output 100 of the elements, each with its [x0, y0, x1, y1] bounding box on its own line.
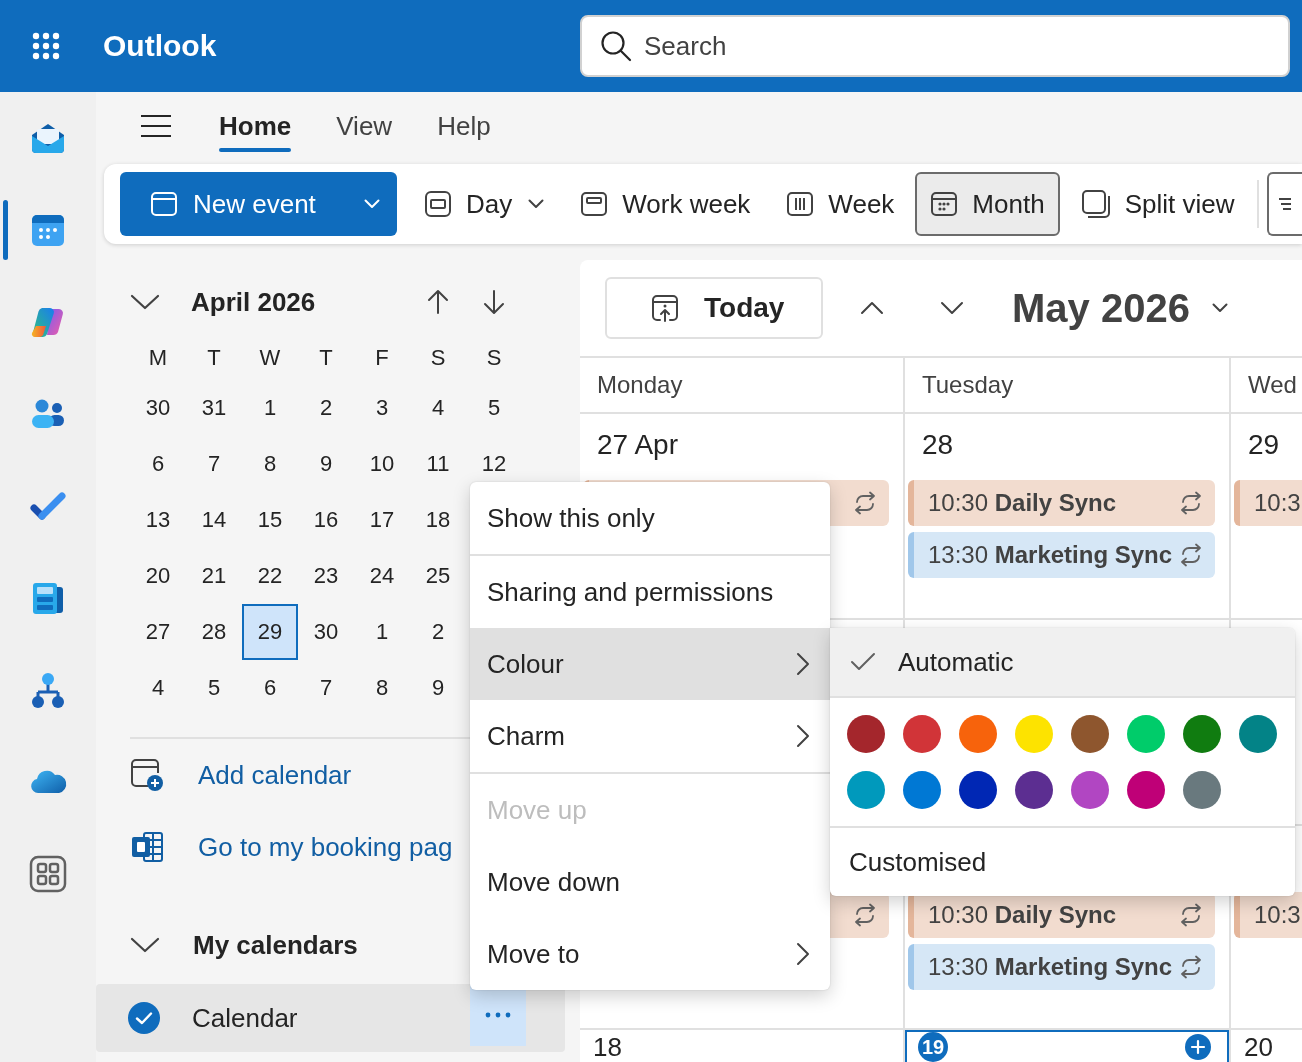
colour-swatch[interactable] — [903, 715, 941, 753]
colour-swatch[interactable] — [903, 771, 941, 809]
calendar-day[interactable]: 11 — [410, 436, 466, 492]
calendar-checkbox[interactable] — [128, 1002, 160, 1034]
chevron-up-icon[interactable] — [860, 301, 884, 315]
calendar-day[interactable]: 28 — [186, 604, 242, 660]
calendar-day[interactable]: 1 — [354, 604, 410, 660]
booking-page-link[interactable]: Go to my booking pag — [130, 811, 453, 883]
search-field[interactable]: Search — [580, 15, 1290, 77]
colour-swatch[interactable] — [1127, 715, 1165, 753]
calendar-day[interactable]: 27 — [130, 604, 186, 660]
calendar-day[interactable]: 15 — [242, 492, 298, 548]
calendar-day[interactable]: 14 — [186, 492, 242, 548]
event-chip[interactable]: 13:30 Marketing Sync — [908, 532, 1215, 578]
calendar-day[interactable]: 7 — [298, 660, 354, 716]
view-button[interactable]: Split view — [1065, 172, 1250, 236]
calendar-day[interactable]: 10 — [354, 436, 410, 492]
calendar-day[interactable]: 9 — [410, 660, 466, 716]
calendar-day[interactable]: 6 — [242, 660, 298, 716]
view-button[interactable]: Month — [915, 172, 1060, 236]
colour-swatch[interactable] — [1015, 771, 1053, 809]
date-label: 19 — [918, 1032, 948, 1062]
event-chip[interactable]: 10:3 — [1234, 892, 1302, 938]
toolbar-button[interactable] — [1267, 172, 1302, 236]
calendar-day[interactable]: 3 — [354, 380, 410, 436]
calendar-day[interactable]: 30 — [298, 604, 354, 660]
tab[interactable]: Help — [437, 92, 491, 160]
colour-swatch[interactable] — [1239, 715, 1277, 753]
waffle-icon[interactable] — [30, 30, 62, 62]
calendar-day[interactable]: 2 — [298, 380, 354, 436]
chevron-down-icon[interactable] — [940, 301, 964, 315]
calendar-day[interactable]: 30 — [130, 380, 186, 436]
view-button[interactable]: Work week — [565, 172, 766, 236]
colour-swatch[interactable] — [1127, 771, 1165, 809]
calendar-day[interactable]: 1 — [242, 380, 298, 436]
calendar-day[interactable]: 22 — [242, 548, 298, 604]
add-icon[interactable] — [1185, 1034, 1211, 1060]
today-button[interactable]: Today — [605, 277, 823, 339]
calendar-day[interactable]: 25 — [410, 548, 466, 604]
chevron-down-icon[interactable] — [130, 293, 160, 311]
calendar-day[interactable]: 5 — [186, 660, 242, 716]
colour-swatch[interactable] — [1071, 715, 1109, 753]
work-week-icon — [580, 190, 609, 218]
chevron-down-icon[interactable] — [130, 936, 160, 954]
calendar-arrow-icon — [650, 293, 680, 323]
menu-item[interactable]: Charm — [470, 700, 830, 772]
calendar-day[interactable]: 13 — [130, 492, 186, 548]
event-label: 13:30 Marketing Sync — [928, 953, 1173, 981]
calendar-day[interactable]: 9 — [298, 436, 354, 492]
colour-swatch[interactable] — [847, 715, 885, 753]
event-chip[interactable]: 13:30 Marketing Sync — [908, 944, 1215, 990]
calendar-day[interactable]: 23 — [298, 548, 354, 604]
weekday-label: S — [429, 345, 447, 371]
calendar-day[interactable]: 8 — [354, 660, 410, 716]
date-label: 28 — [922, 429, 954, 461]
calendar-day[interactable]: 29 — [242, 604, 298, 660]
new-event-button[interactable]: New event — [120, 172, 397, 236]
arrow-down-icon[interactable] — [482, 289, 506, 315]
colour-swatch[interactable] — [959, 771, 997, 809]
colour-swatch[interactable] — [1015, 715, 1053, 753]
calendar-day[interactable]: 4 — [410, 380, 466, 436]
calendar-day[interactable]: 5 — [466, 380, 522, 436]
calendar-day[interactable]: 8 — [242, 436, 298, 492]
colour-swatch[interactable] — [1183, 771, 1221, 809]
weekday-label: S — [485, 345, 503, 371]
calendar-day[interactable]: 16 — [298, 492, 354, 548]
event-label: 10:30 Daily Sync — [928, 489, 1117, 517]
menu-item[interactable]: Colour — [470, 628, 830, 700]
calendar-day[interactable]: 24 — [354, 548, 410, 604]
day-view-icon — [424, 190, 452, 218]
week-view-icon — [786, 190, 815, 218]
add-calendar-link[interactable]: Add calendar — [130, 739, 352, 811]
event-chip[interactable]: 10:3 — [1234, 480, 1302, 526]
menu-icon[interactable] — [140, 114, 172, 138]
tab[interactable]: Home — [219, 92, 292, 160]
menu-item[interactable]: Move down — [470, 846, 830, 918]
calendar-day[interactable]: 17 — [354, 492, 410, 548]
colour-swatch[interactable] — [1071, 771, 1109, 809]
colour-swatch[interactable] — [847, 771, 885, 809]
calendar-day[interactable]: 6 — [130, 436, 186, 492]
colour-swatch[interactable] — [959, 715, 997, 753]
menu-item[interactable]: Automatic — [830, 628, 1295, 698]
calendar-list-item[interactable]: Calendar — [96, 984, 565, 1052]
calendar-day[interactable]: 31 — [186, 380, 242, 436]
apps-icon[interactable] — [28, 854, 68, 894]
menu-item[interactable]: Sharing and permissions — [470, 556, 830, 628]
more-icon — [485, 1012, 511, 1018]
view-button[interactable]: Week — [771, 172, 910, 236]
month-picker[interactable]: May 2026 — [1012, 285, 1228, 331]
calendar-day[interactable]: 21 — [186, 548, 242, 604]
tab[interactable]: View — [336, 92, 393, 160]
calendar-day[interactable]: 4 — [130, 660, 186, 716]
event-chip[interactable]: 10:30 Daily Sync — [908, 480, 1215, 526]
view-button[interactable]: Day — [409, 172, 560, 236]
calendar-day[interactable]: 20 — [130, 548, 186, 604]
calendar-day[interactable]: 18 — [410, 492, 466, 548]
calendar-day[interactable]: 7 — [186, 436, 242, 492]
colour-swatch[interactable] — [1183, 715, 1221, 753]
calendar-day[interactable]: 2 — [410, 604, 466, 660]
arrow-up-icon[interactable] — [426, 289, 450, 315]
